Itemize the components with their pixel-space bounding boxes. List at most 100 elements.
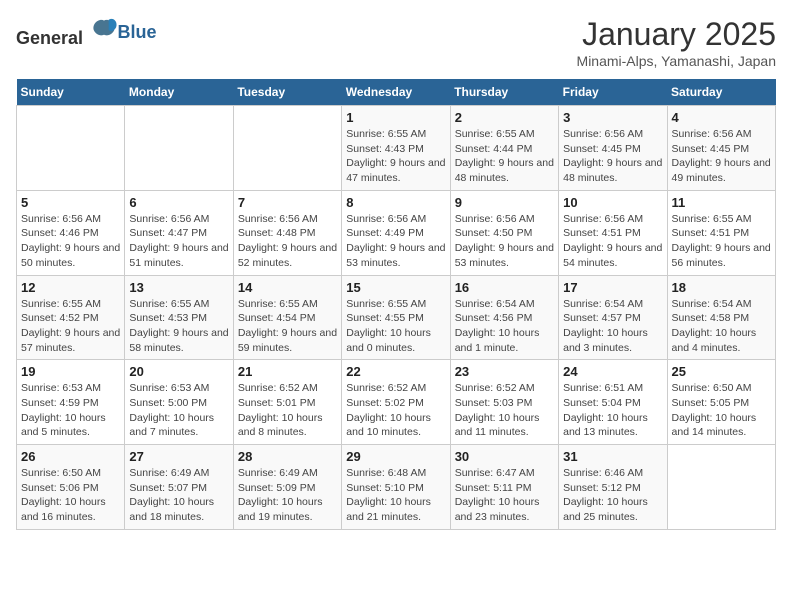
day-info: Sunrise: 6:46 AM Sunset: 5:12 PM Dayligh… xyxy=(563,466,662,525)
calendar-cell: 4 Sunrise: 6:56 AM Sunset: 4:45 PM Daylig… xyxy=(667,106,775,191)
weekday-header: Monday xyxy=(125,79,233,106)
day-number: 14 xyxy=(238,280,337,295)
calendar-cell xyxy=(667,445,775,530)
calendar-cell: 19Sunrise: 6:53 AM Sunset: 4:59 PM Dayli… xyxy=(17,360,125,445)
calendar-cell: 25 Sunrise: 6:50 AM Sunset: 5:05 PM Dayli… xyxy=(667,360,775,445)
day-number: 13 xyxy=(129,280,228,295)
day-info: Sunrise: 6:56 AM Sunset: 4:49 PM Dayligh… xyxy=(346,212,445,271)
day-number: 1 xyxy=(346,110,445,125)
day-number: 6 xyxy=(129,195,228,210)
calendar-cell: 18 Sunrise: 6:54 AM Sunset: 4:58 PM Dayli… xyxy=(667,275,775,360)
calendar-cell: 22Sunrise: 6:52 AM Sunset: 5:02 PM Dayli… xyxy=(342,360,450,445)
day-info: Sunrise: 6:52 AM Sunset: 5:03 PM Dayligh… xyxy=(455,381,554,440)
day-info: Sunrise: 6:50 AM Sunset: 5:05 PM Dayligh… xyxy=(672,381,771,440)
day-info: Sunrise: 6:56 AM Sunset: 4:50 PM Dayligh… xyxy=(455,212,554,271)
day-info: Sunrise: 6:48 AM Sunset: 5:10 PM Dayligh… xyxy=(346,466,445,525)
day-number: 30 xyxy=(455,449,554,464)
day-number: 23 xyxy=(455,364,554,379)
calendar-cell: 5Sunrise: 6:56 AM Sunset: 4:46 PM Daylig… xyxy=(17,190,125,275)
page-header: General Blue January 2025 Minami-Alps, Y… xyxy=(16,16,776,69)
calendar-cell: 28 Sunrise: 6:49 AM Sunset: 5:09 PM Dayli… xyxy=(233,445,341,530)
calendar-week-row: 12 Sunrise: 6:55 AM Sunset: 4:52 PM Dayli… xyxy=(17,275,776,360)
day-number: 18 xyxy=(672,280,771,295)
calendar-cell: 20Sunrise: 6:53 AM Sunset: 5:00 PM Dayli… xyxy=(125,360,233,445)
calendar-cell: 26Sunrise: 6:50 AM Sunset: 5:06 PM Dayli… xyxy=(17,445,125,530)
day-number: 21 xyxy=(238,364,337,379)
day-number: 28 xyxy=(238,449,337,464)
calendar-cell: 13 Sunrise: 6:55 AM Sunset: 4:53 PM Dayli… xyxy=(125,275,233,360)
day-info: Sunrise: 6:49 AM Sunset: 5:09 PM Dayligh… xyxy=(238,466,337,525)
calendar-subtitle: Minami-Alps, Yamanashi, Japan xyxy=(577,53,776,69)
calendar-cell: 2 Sunrise: 6:55 AM Sunset: 4:44 PM Daylig… xyxy=(450,106,558,191)
calendar-cell: 10 Sunrise: 6:56 AM Sunset: 4:51 PM Dayli… xyxy=(559,190,667,275)
day-info: Sunrise: 6:55 AM Sunset: 4:43 PM Dayligh… xyxy=(346,127,445,186)
day-info: Sunrise: 6:55 AM Sunset: 4:52 PM Dayligh… xyxy=(21,297,120,356)
day-info: Sunrise: 6:55 AM Sunset: 4:44 PM Dayligh… xyxy=(455,127,554,186)
day-number: 8 xyxy=(346,195,445,210)
day-number: 11 xyxy=(672,195,771,210)
calendar-cell xyxy=(17,106,125,191)
weekday-header: Saturday xyxy=(667,79,775,106)
logo-bird-icon xyxy=(90,16,118,44)
day-info: Sunrise: 6:53 AM Sunset: 5:00 PM Dayligh… xyxy=(129,381,228,440)
day-info: Sunrise: 6:56 AM Sunset: 4:45 PM Dayligh… xyxy=(563,127,662,186)
day-info: Sunrise: 6:54 AM Sunset: 4:58 PM Dayligh… xyxy=(672,297,771,356)
calendar-cell: 9 Sunrise: 6:56 AM Sunset: 4:50 PM Daylig… xyxy=(450,190,558,275)
calendar-cell: 27 Sunrise: 6:49 AM Sunset: 5:07 PM Dayli… xyxy=(125,445,233,530)
day-number: 10 xyxy=(563,195,662,210)
day-info: Sunrise: 6:47 AM Sunset: 5:11 PM Dayligh… xyxy=(455,466,554,525)
calendar-week-row: 26Sunrise: 6:50 AM Sunset: 5:06 PM Dayli… xyxy=(17,445,776,530)
calendar-cell: 1 Sunrise: 6:55 AM Sunset: 4:43 PM Daylig… xyxy=(342,106,450,191)
day-number: 2 xyxy=(455,110,554,125)
calendar-cell: 16Sunrise: 6:54 AM Sunset: 4:56 PM Dayli… xyxy=(450,275,558,360)
day-number: 3 xyxy=(563,110,662,125)
day-info: Sunrise: 6:49 AM Sunset: 5:07 PM Dayligh… xyxy=(129,466,228,525)
calendar-week-row: 5Sunrise: 6:56 AM Sunset: 4:46 PM Daylig… xyxy=(17,190,776,275)
title-block: January 2025 Minami-Alps, Yamanashi, Jap… xyxy=(577,16,776,69)
calendar-cell: 3 Sunrise: 6:56 AM Sunset: 4:45 PM Daylig… xyxy=(559,106,667,191)
calendar-cell: 15Sunrise: 6:55 AM Sunset: 4:55 PM Dayli… xyxy=(342,275,450,360)
calendar-cell: 29Sunrise: 6:48 AM Sunset: 5:10 PM Dayli… xyxy=(342,445,450,530)
calendar-cell: 11 Sunrise: 6:55 AM Sunset: 4:51 PM Dayli… xyxy=(667,190,775,275)
calendar-cell: 17 Sunrise: 6:54 AM Sunset: 4:57 PM Dayli… xyxy=(559,275,667,360)
calendar-week-row: 19Sunrise: 6:53 AM Sunset: 4:59 PM Dayli… xyxy=(17,360,776,445)
day-info: Sunrise: 6:56 AM Sunset: 4:45 PM Dayligh… xyxy=(672,127,771,186)
weekday-header: Sunday xyxy=(17,79,125,106)
calendar-cell xyxy=(125,106,233,191)
calendar-cell: 30 Sunrise: 6:47 AM Sunset: 5:11 PM Dayli… xyxy=(450,445,558,530)
day-number: 19 xyxy=(21,364,120,379)
calendar-cell: 23 Sunrise: 6:52 AM Sunset: 5:03 PM Dayli… xyxy=(450,360,558,445)
day-info: Sunrise: 6:56 AM Sunset: 4:47 PM Dayligh… xyxy=(129,212,228,271)
calendar-table: SundayMondayTuesdayWednesdayThursdayFrid… xyxy=(16,79,776,530)
day-info: Sunrise: 6:55 AM Sunset: 4:53 PM Dayligh… xyxy=(129,297,228,356)
day-info: Sunrise: 6:54 AM Sunset: 4:56 PM Dayligh… xyxy=(455,297,554,356)
calendar-title: January 2025 xyxy=(577,16,776,53)
day-number: 27 xyxy=(129,449,228,464)
day-info: Sunrise: 6:50 AM Sunset: 5:06 PM Dayligh… xyxy=(21,466,120,525)
day-info: Sunrise: 6:56 AM Sunset: 4:48 PM Dayligh… xyxy=(238,212,337,271)
calendar-cell: 12 Sunrise: 6:55 AM Sunset: 4:52 PM Dayli… xyxy=(17,275,125,360)
day-number: 31 xyxy=(563,449,662,464)
calendar-cell xyxy=(233,106,341,191)
day-number: 5 xyxy=(21,195,120,210)
day-info: Sunrise: 6:56 AM Sunset: 4:51 PM Dayligh… xyxy=(563,212,662,271)
day-number: 24 xyxy=(563,364,662,379)
day-info: Sunrise: 6:55 AM Sunset: 4:51 PM Dayligh… xyxy=(672,212,771,271)
day-number: 7 xyxy=(238,195,337,210)
day-number: 17 xyxy=(563,280,662,295)
weekday-header: Thursday xyxy=(450,79,558,106)
day-number: 9 xyxy=(455,195,554,210)
calendar-cell: 7 Sunrise: 6:56 AM Sunset: 4:48 PM Daylig… xyxy=(233,190,341,275)
day-number: 15 xyxy=(346,280,445,295)
calendar-cell: 8 Sunrise: 6:56 AM Sunset: 4:49 PM Daylig… xyxy=(342,190,450,275)
day-number: 4 xyxy=(672,110,771,125)
calendar-week-row: 1 Sunrise: 6:55 AM Sunset: 4:43 PM Daylig… xyxy=(17,106,776,191)
logo-blue: Blue xyxy=(118,22,157,43)
calendar-cell: 14 Sunrise: 6:55 AM Sunset: 4:54 PM Dayli… xyxy=(233,275,341,360)
day-info: Sunrise: 6:54 AM Sunset: 4:57 PM Dayligh… xyxy=(563,297,662,356)
day-number: 12 xyxy=(21,280,120,295)
calendar-cell: 6 Sunrise: 6:56 AM Sunset: 4:47 PM Daylig… xyxy=(125,190,233,275)
weekday-header: Friday xyxy=(559,79,667,106)
day-info: Sunrise: 6:55 AM Sunset: 4:54 PM Dayligh… xyxy=(238,297,337,356)
day-number: 25 xyxy=(672,364,771,379)
